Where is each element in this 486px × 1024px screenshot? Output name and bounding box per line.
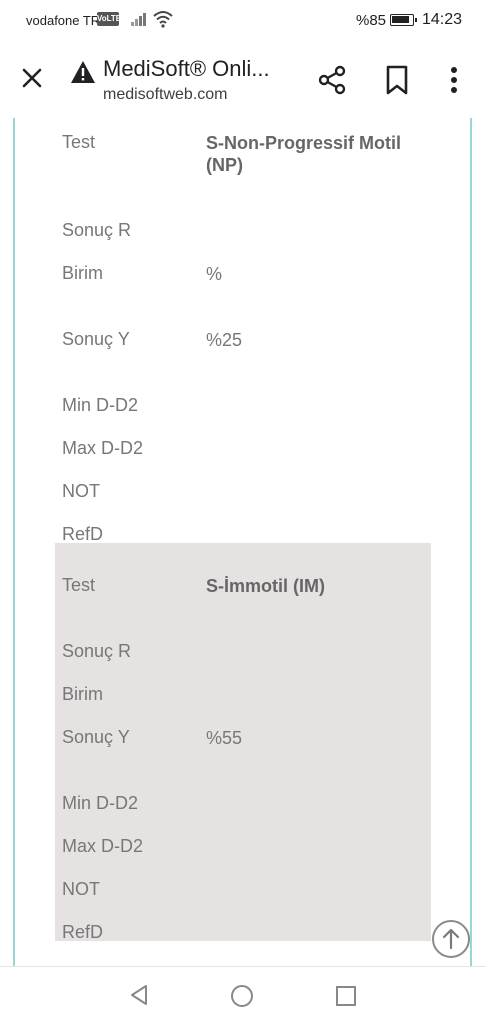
recent-apps-icon[interactable] (335, 985, 357, 1007)
row-label: Sonuç Y (62, 727, 130, 747)
signal-icon (131, 12, 149, 26)
row-label: Max D-D2 (62, 836, 144, 856)
share-icon[interactable] (316, 64, 348, 96)
row-label: Max D-D2 (62, 438, 144, 458)
scroll-to-top-button[interactable] (432, 920, 470, 958)
frame-border-right (470, 118, 472, 966)
browser-toolbar: MediSoft® Onli... medisoftweb.com (0, 40, 486, 118)
page-title: MediSoft® Onli... (103, 56, 270, 81)
close-icon[interactable] (14, 60, 50, 96)
row-label: Sonuç R (62, 220, 132, 240)
system-nav-bar (0, 966, 486, 1024)
arrow-up-icon (442, 928, 460, 950)
test-name: S-Non-Progressif Motil (NP) (206, 133, 402, 175)
row-label: RefD (62, 922, 104, 942)
row-label: Min D-D2 (62, 793, 139, 813)
battery-icon (390, 14, 417, 26)
row-label: Test (62, 575, 96, 595)
page-content[interactable]: Test S-Non-Progressif Motil (NP) Sonuç R… (0, 118, 486, 966)
row-label: NOT (62, 481, 100, 501)
row-label: RefD (62, 524, 104, 544)
phone-screen: vodafone TR VoLTE %85 14:23 MediSoft® On… (0, 0, 486, 1024)
warning-icon[interactable] (70, 60, 96, 84)
row-label: Min D-D2 (62, 395, 139, 415)
carrier-name: vodafone TR (26, 13, 101, 28)
home-icon[interactable] (230, 984, 254, 1008)
row-label: Birim (62, 263, 103, 283)
volte-icon: VoLTE (97, 12, 121, 26)
frame-border-left (13, 118, 15, 966)
row-value: % (206, 264, 223, 284)
row-label: Test (62, 132, 96, 152)
test-name: S-İmmotil (IM) (206, 576, 325, 596)
bookmark-icon[interactable] (383, 64, 411, 96)
row-label: Sonuç Y (62, 329, 130, 349)
back-icon[interactable] (127, 983, 151, 1007)
battery-percent: %85 (356, 12, 387, 29)
row-value: %25 (206, 330, 243, 350)
row-value: %55 (206, 728, 243, 748)
clock: 14:23 (422, 11, 463, 28)
status-bar: vodafone TR VoLTE %85 14:23 (0, 0, 486, 40)
row-label: Sonuç R (62, 641, 132, 661)
row-label: Birim (62, 684, 103, 704)
more-vert-icon[interactable] (440, 62, 468, 98)
page-url[interactable]: medisoftweb.com (103, 86, 228, 104)
wifi-icon (153, 11, 173, 28)
row-label: NOT (62, 879, 100, 899)
